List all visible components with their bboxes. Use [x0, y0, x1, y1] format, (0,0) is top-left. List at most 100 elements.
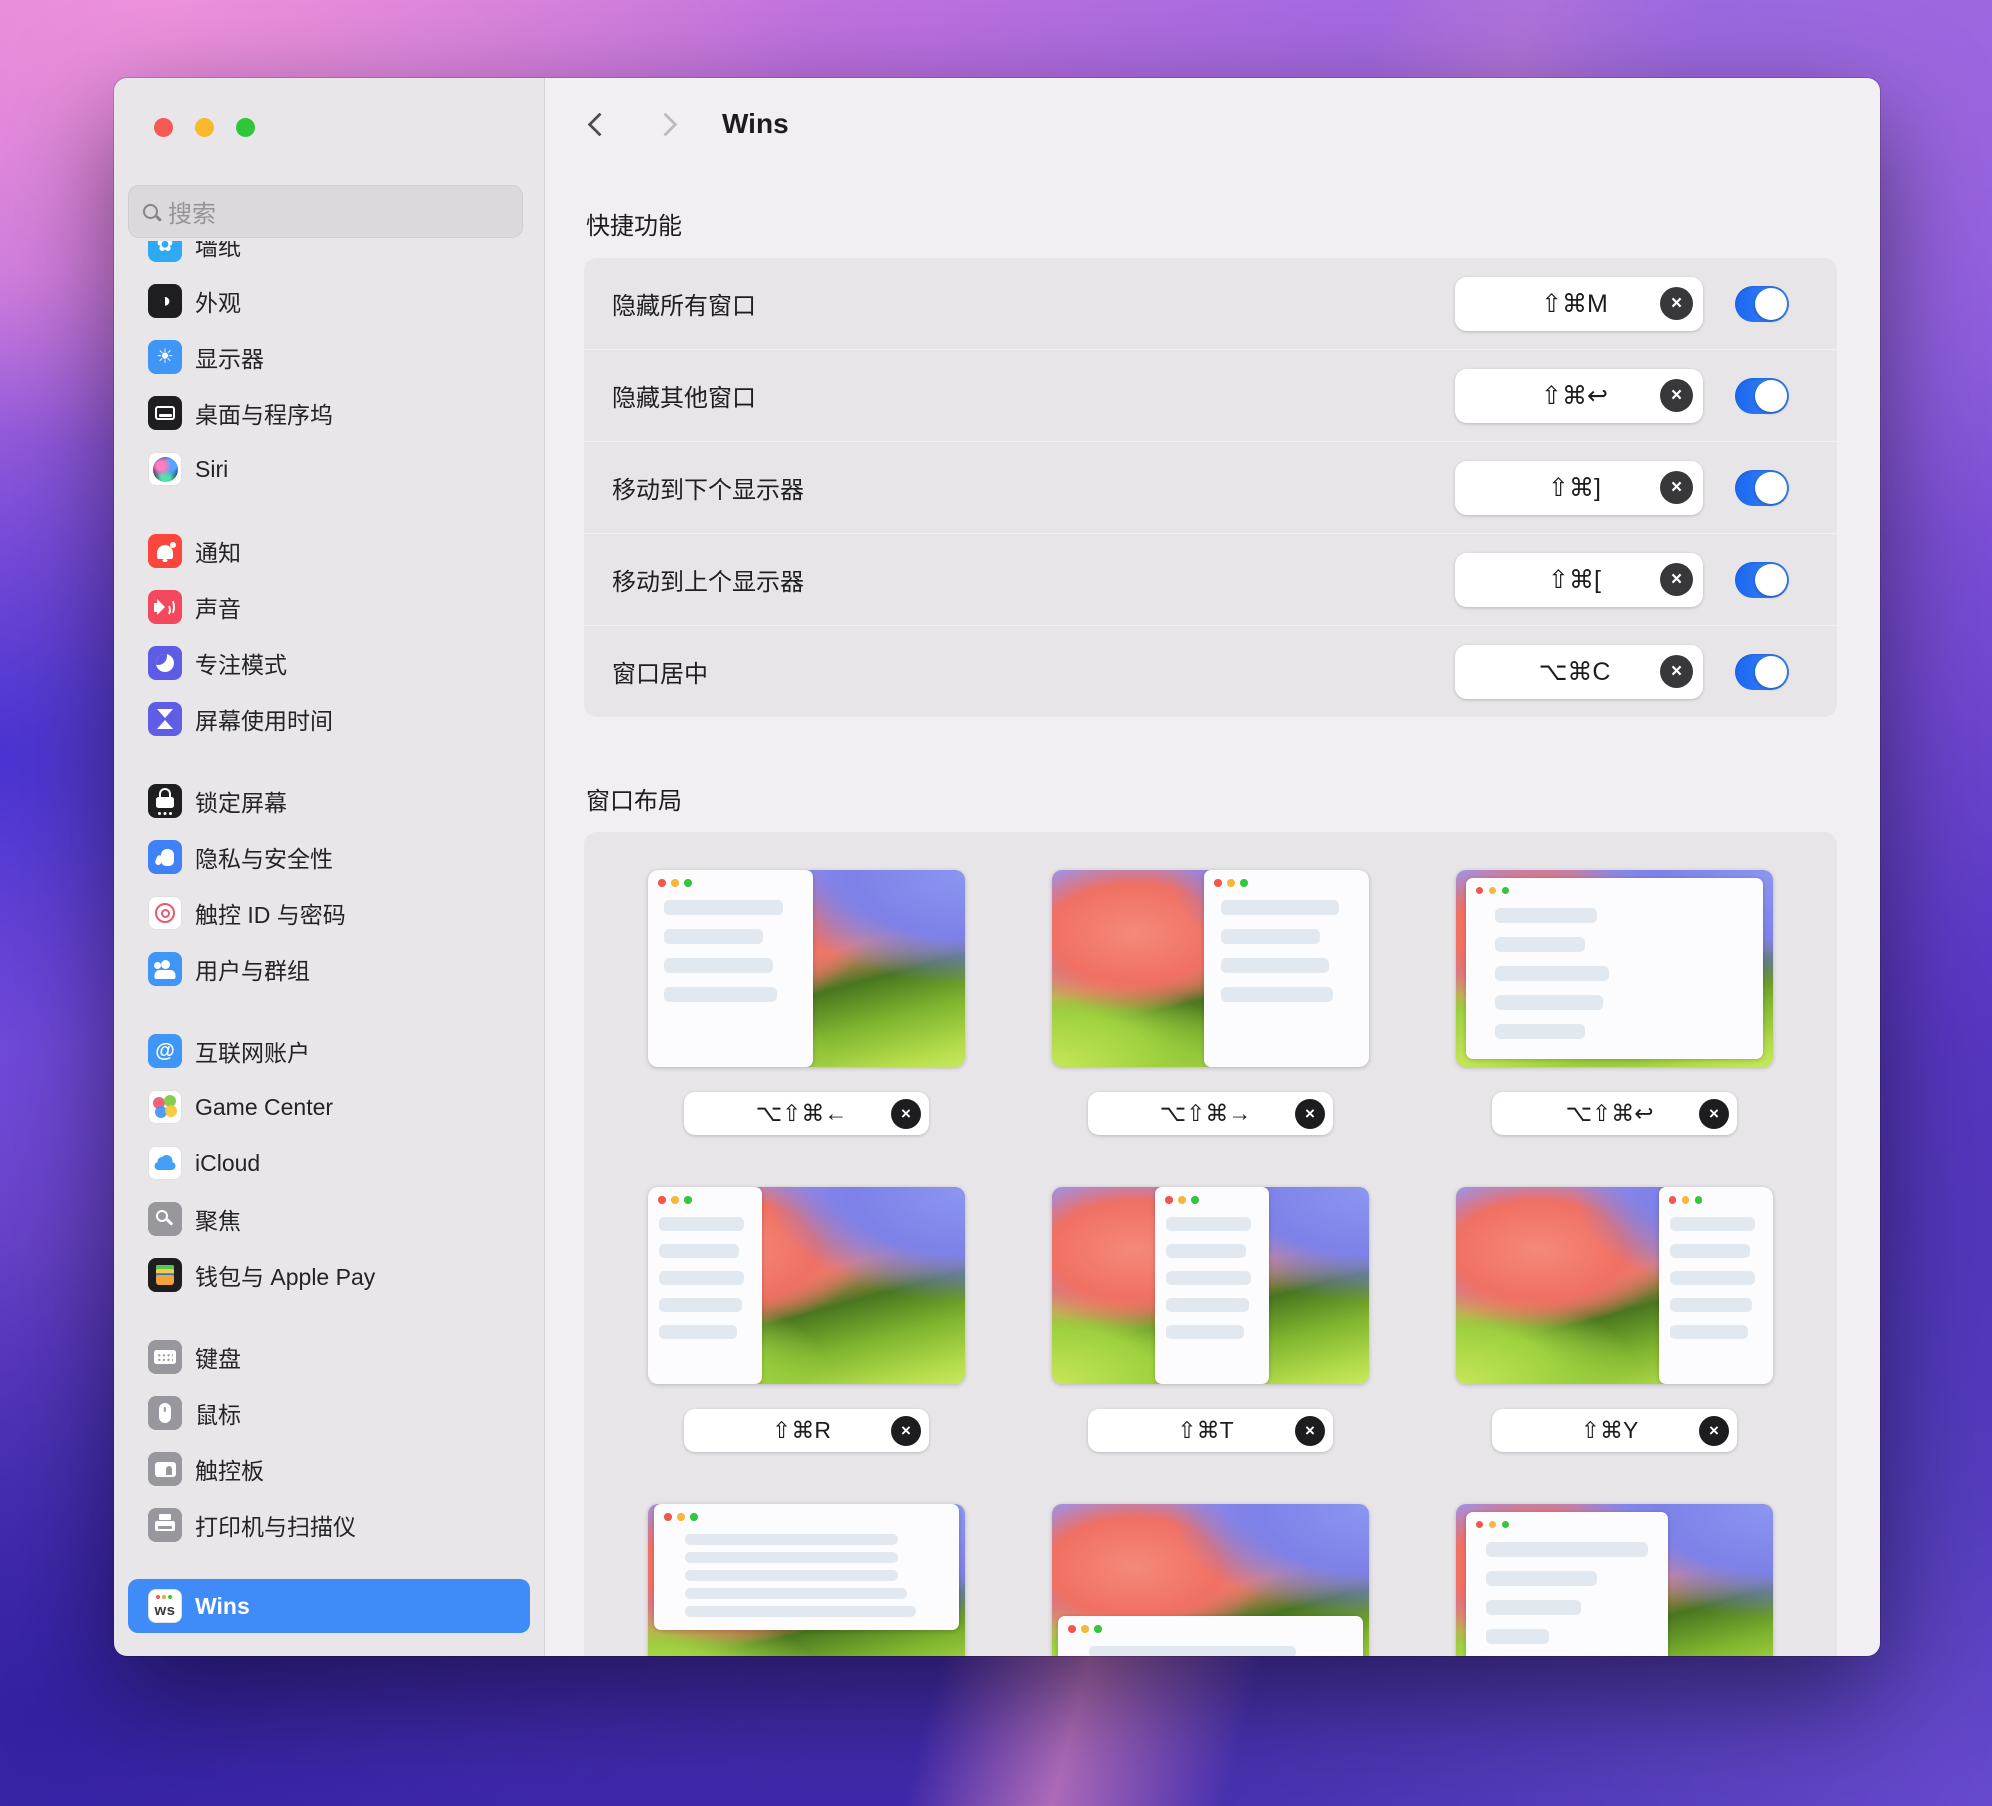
sidebar-item-privacy[interactable]: 隐私与安全性: [128, 829, 530, 885]
remove-shortcut-button[interactable]: ×: [1660, 287, 1693, 320]
close-button[interactable]: [154, 118, 173, 137]
zoom-button[interactable]: [236, 118, 255, 137]
shortcut-field[interactable]: ⇧⌘M×: [1455, 277, 1703, 331]
game-center-icon: [148, 1090, 182, 1124]
sidebar-item-internet[interactable]: @互联网账户: [128, 1023, 530, 1079]
sidebar-item-notifications[interactable]: 通知: [128, 523, 530, 579]
remove-layout-shortcut-button[interactable]: ×: [1295, 1099, 1325, 1129]
mini-window: [1058, 1616, 1362, 1656]
sidebar-item-spotlight[interactable]: 聚焦: [128, 1191, 530, 1247]
remove-layout-shortcut-button[interactable]: ×: [891, 1099, 921, 1129]
sidebar-item-sound[interactable]: 声音: [128, 579, 530, 635]
appearance-icon: ◑: [148, 284, 182, 318]
forward-button[interactable]: [653, 112, 677, 136]
layout-thumbnail-maximize[interactable]: [1456, 870, 1773, 1067]
shortcut-field[interactable]: ⇧⌘↩×: [1455, 369, 1703, 423]
remove-shortcut-button[interactable]: ×: [1660, 471, 1693, 504]
mini-text-line: [1221, 958, 1330, 973]
layout-thumbnail-left-two-thirds[interactable]: [1456, 1504, 1773, 1656]
mini-text-line: [1495, 937, 1584, 952]
layout-shortcut-field[interactable]: ⌥⇧⌘→×: [1088, 1092, 1333, 1135]
page-title: Wins: [722, 108, 789, 140]
remove-shortcut-button[interactable]: ×: [1660, 655, 1693, 688]
mini-text-line: [685, 1570, 898, 1581]
sidebar-item-appearance[interactable]: ◑ 外观: [128, 273, 530, 329]
mouse-icon: [148, 1396, 182, 1430]
shortcut-field[interactable]: ⇧⌘]×: [1455, 461, 1703, 515]
shortcut-toggle[interactable]: [1735, 562, 1789, 598]
remove-shortcut-button[interactable]: ×: [1660, 563, 1693, 596]
sidebar-item-desktop-dock[interactable]: 桌面与程序坞: [128, 385, 530, 441]
mini-text-line: [664, 929, 763, 944]
desktop-wallpaper: 搜索 ✿墙纸 ◑ 外观 ☀显示器桌面与程序坞Siri 通知声音专注模式屏幕使用时间锁定屏…: [0, 0, 1992, 1806]
remove-layout-shortcut-button[interactable]: ×: [1295, 1416, 1325, 1446]
mini-traffic-lights: [658, 1196, 666, 1204]
sidebar-item-wins[interactable]: wsWins: [128, 1579, 530, 1633]
shortcut-field[interactable]: ⌥⌘C×: [1455, 645, 1703, 699]
layout-thumbnail-center-third[interactable]: [1052, 1187, 1369, 1384]
minimize-button[interactable]: [195, 118, 214, 137]
search-input[interactable]: 搜索: [128, 185, 523, 238]
layout-cell-right-third: ⇧⌘Y×: [1456, 1187, 1773, 1452]
sidebar-item-keyboard[interactable]: 键盘: [128, 1329, 530, 1385]
mini-traffic-lights: [1214, 879, 1222, 887]
sidebar-item-game-center[interactable]: Game Center: [128, 1079, 530, 1135]
remove-layout-shortcut-button[interactable]: ×: [891, 1416, 921, 1446]
sidebar-item-screen-time[interactable]: 屏幕使用时间: [128, 691, 530, 747]
layout-thumbnail-right-half[interactable]: [1052, 870, 1369, 1067]
section-title-layouts: 窗口布局: [586, 781, 682, 816]
layout-thumbnail-left-half[interactable]: [648, 870, 965, 1067]
remove-shortcut-button[interactable]: ×: [1660, 379, 1693, 412]
mini-window: [648, 1187, 762, 1384]
shortcut-toggle[interactable]: [1735, 470, 1789, 506]
layout-thumbnail-top-half[interactable]: [648, 1504, 965, 1656]
shortcut-toggle[interactable]: [1735, 378, 1789, 414]
layout-shortcut-field[interactable]: ⌥⇧⌘↩×: [1492, 1092, 1737, 1135]
remove-layout-shortcut-button[interactable]: ×: [1699, 1099, 1729, 1129]
layout-thumbnail-left-third[interactable]: [648, 1187, 965, 1384]
mini-text-line: [1495, 1024, 1584, 1039]
sidebar-item-wallpaper[interactable]: ✿墙纸: [128, 241, 530, 273]
mini-text-line: [1495, 908, 1596, 923]
layout-cell-left-half: ⌥⇧⌘←×: [648, 870, 965, 1135]
layout-thumbnail-bottom-half[interactable]: [1052, 1504, 1369, 1656]
layout-shortcut-field[interactable]: ⇧⌘Y×: [1492, 1409, 1737, 1452]
sidebar-item-label: 外观: [195, 284, 241, 318]
layout-shortcut-field[interactable]: ⌥⇧⌘←×: [684, 1092, 929, 1135]
shortcut-field[interactable]: ⇧⌘[×: [1455, 553, 1703, 607]
mini-traffic-lights: [1165, 1196, 1173, 1204]
remove-layout-shortcut-button[interactable]: ×: [1699, 1416, 1729, 1446]
sidebar-item-label: 锁定屏幕: [195, 784, 287, 818]
sidebar-item-users[interactable]: 用户与群组: [128, 941, 530, 997]
mini-text-line: [1221, 929, 1320, 944]
sidebar-item-wallet[interactable]: 钱包与 Apple Pay: [128, 1247, 530, 1303]
trackpad-icon: [148, 1452, 182, 1486]
mini-text-line: [1221, 987, 1333, 1002]
layout-shortcut-keys: ⇧⌘T: [1088, 1417, 1295, 1444]
icloud-icon: [148, 1146, 182, 1180]
layout-cell-right-half: ⌥⇧⌘→×: [1052, 870, 1369, 1135]
layout-shortcut-field[interactable]: ⇧⌘T×: [1088, 1409, 1333, 1452]
sidebar-group: 锁定屏幕隐私与安全性触控 ID 与密码用户与群组: [128, 773, 530, 997]
sidebar-item-printer[interactable]: 打印机与扫描仪: [128, 1497, 530, 1553]
shortcut-row: 隐藏其他窗口⇧⌘↩×: [584, 349, 1837, 441]
sidebar-item-trackpad[interactable]: 触控板: [128, 1441, 530, 1497]
sidebar-item-displays[interactable]: ☀显示器: [128, 329, 530, 385]
sidebar-item-icloud[interactable]: iCloud: [128, 1135, 530, 1191]
spotlight-icon: [148, 1202, 182, 1236]
shortcut-toggle[interactable]: [1735, 654, 1789, 690]
sidebar-item-lock-screen[interactable]: 锁定屏幕: [128, 773, 530, 829]
layout-shortcut-field[interactable]: ⇧⌘R×: [684, 1409, 929, 1452]
mini-window: [1204, 870, 1369, 1067]
layout-thumbnail-right-third[interactable]: [1456, 1187, 1773, 1384]
content-pane: Wins 快捷功能 隐藏所有窗口⇧⌘M×隐藏其他窗口⇧⌘↩×移动到下个显示器⇧⌘…: [544, 78, 1880, 1656]
mini-text-line: [1486, 1542, 1648, 1557]
sidebar-item-focus[interactable]: 专注模式: [128, 635, 530, 691]
shortcut-label: 移动到上个显示器: [612, 562, 1455, 597]
sidebar-item-siri[interactable]: Siri: [128, 441, 530, 497]
back-button[interactable]: [587, 112, 611, 136]
sidebar-item-mouse[interactable]: 鼠标: [128, 1385, 530, 1441]
sidebar-item-touch-id[interactable]: 触控 ID 与密码: [128, 885, 530, 941]
mini-text-line: [1670, 1244, 1750, 1258]
shortcut-toggle[interactable]: [1735, 286, 1789, 322]
